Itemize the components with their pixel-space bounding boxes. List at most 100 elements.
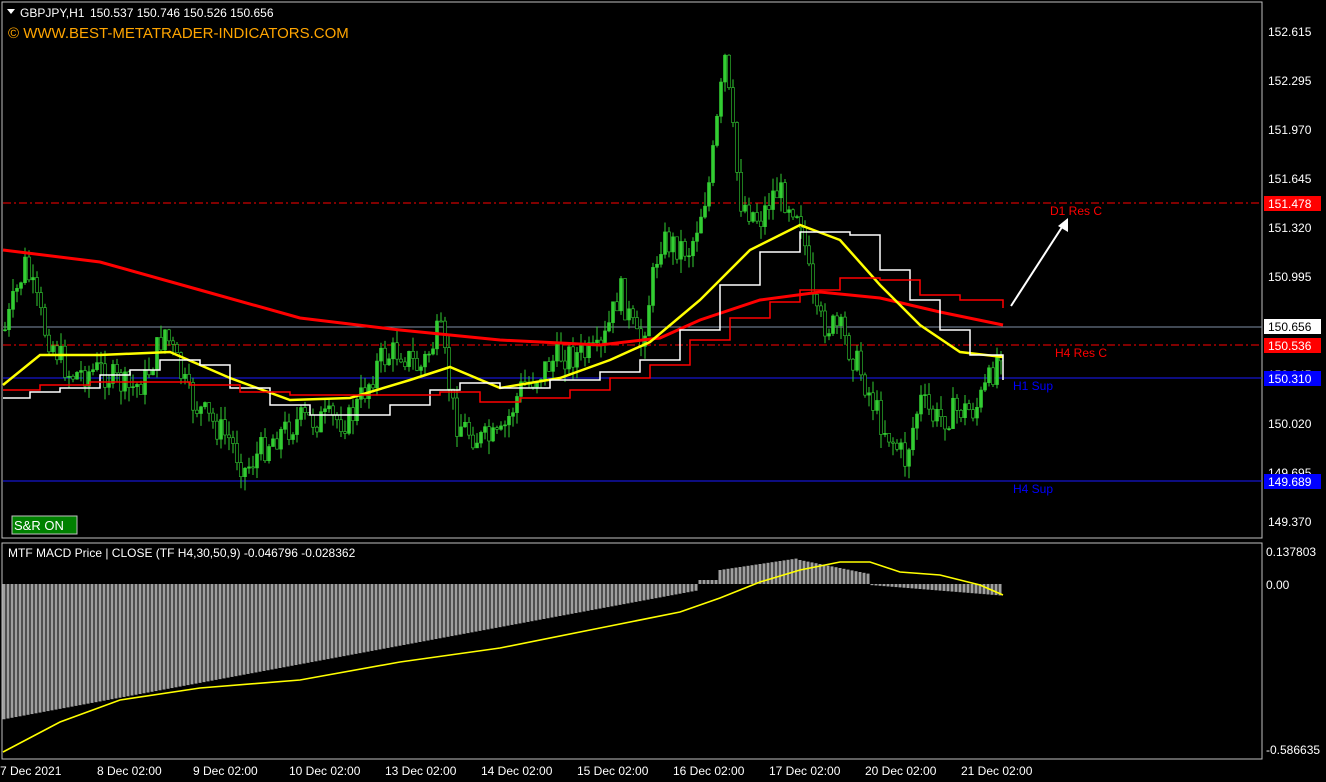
macd-bar: [338, 584, 342, 657]
macd-bar: [354, 584, 358, 654]
macd-bar: [410, 584, 414, 644]
macd-bar: [34, 584, 38, 714]
macd-bar: [502, 584, 506, 627]
macd-bar: [286, 584, 290, 667]
macd-bar: [518, 584, 522, 624]
candle-body: [571, 346, 575, 368]
candle-body: [139, 384, 143, 395]
macd-bar: [118, 584, 122, 698]
candle-body: [659, 254, 663, 265]
macd-bar: [726, 568, 730, 584]
candle-body: [203, 402, 207, 408]
macd-bar: [622, 584, 626, 605]
candle-body: [267, 446, 271, 462]
candle-body: [851, 358, 855, 371]
macd-bar: [602, 584, 606, 608]
macd-bar: [618, 584, 622, 605]
candle-body: [55, 345, 59, 361]
candle-body: [775, 190, 779, 199]
x-tick: 14 Dec 02:00: [481, 764, 553, 778]
macd-bar: [650, 584, 654, 599]
macd-bar: [386, 584, 390, 648]
candle-body: [723, 54, 727, 83]
candle-body: [551, 360, 555, 372]
macd-bar: [610, 584, 614, 607]
candle-body: [275, 438, 279, 450]
macd-bar: [254, 584, 258, 673]
macd-bar: [90, 584, 94, 703]
macd-bar: [514, 584, 518, 625]
macd-bar: [362, 584, 366, 653]
candle-body: [951, 397, 955, 429]
macd-bar: [698, 580, 702, 584]
macd-bar: [126, 584, 130, 697]
candle-body: [355, 398, 359, 422]
x-tick: 13 Dec 02:00: [385, 764, 457, 778]
candle-body: [947, 428, 951, 430]
macd-bar: [154, 584, 158, 692]
candle-body: [795, 216, 799, 218]
macd-bar: [906, 584, 910, 589]
candle-body: [983, 382, 987, 391]
candle-body: [223, 419, 227, 436]
watermark-text: © WWW.BEST-METATRADER-INDICATORS.COM: [8, 25, 349, 42]
macd-bar: [326, 584, 330, 660]
candle-body: [655, 263, 659, 268]
candle-body: [847, 335, 851, 360]
macd-bar: [430, 584, 434, 640]
macd-bar: [130, 584, 134, 696]
candle-body: [999, 357, 1003, 362]
candle-body: [407, 351, 411, 367]
candle-body: [803, 227, 807, 247]
macd-bar: [378, 584, 382, 650]
candle-body: [503, 424, 507, 427]
trading-chart[interactable]: GBPJPY,H1 150.537 150.746 150.526 150.65…: [0, 0, 1326, 782]
candle-body: [239, 462, 243, 477]
macd-bar: [846, 569, 850, 584]
macd-bar: [946, 584, 950, 592]
macd-bar: [942, 584, 946, 591]
macd-bar: [210, 584, 214, 681]
candle-body: [91, 369, 95, 373]
candle-body: [987, 367, 991, 384]
macd-bar: [86, 584, 90, 704]
macd-bar: [150, 584, 154, 692]
macd-bar: [62, 584, 66, 709]
candle-body: [807, 245, 811, 265]
y-tick: 150.020: [1268, 417, 1312, 431]
ohlc-values: 150.537 150.746 150.526 150.656: [90, 6, 274, 20]
candle-body: [495, 427, 499, 430]
macd-bar: [950, 584, 954, 592]
macd-bar: [766, 562, 770, 584]
candle-body: [787, 209, 791, 213]
candle-body: [627, 308, 631, 321]
macd-bar: [490, 584, 494, 629]
x-tick: 16 Dec 02:00: [673, 764, 745, 778]
candle-body: [699, 216, 703, 234]
macd-bar: [158, 584, 162, 691]
candle-body: [11, 291, 15, 310]
candle-body: [771, 190, 775, 210]
candle-body: [779, 182, 783, 199]
macd-bar: [902, 584, 906, 588]
macd-bar: [50, 584, 54, 711]
macd-bar: [778, 561, 782, 584]
macd-bar: [298, 584, 302, 665]
time-axis: 7 Dec 2021 8 Dec 02:00 9 Dec 02:00 10 De…: [0, 764, 1033, 778]
macd-bar: [874, 584, 878, 586]
candle-body: [463, 421, 467, 428]
candle-body: [111, 364, 115, 384]
candle-body: [15, 288, 19, 292]
candle-body: [467, 421, 471, 436]
macd-bar: [754, 564, 758, 584]
macd-bar: [186, 584, 190, 686]
macd-bar: [854, 571, 858, 584]
macd-bar: [258, 584, 262, 672]
level-label-h1-sup: H1 Sup: [1013, 379, 1053, 393]
candle-body: [371, 384, 375, 389]
candle-body: [815, 294, 819, 307]
macd-bar: [6, 584, 10, 719]
sr-toggle-button[interactable]: S&R ON: [11, 515, 78, 535]
macd-bar: [866, 573, 870, 584]
macd-bar: [738, 567, 742, 584]
